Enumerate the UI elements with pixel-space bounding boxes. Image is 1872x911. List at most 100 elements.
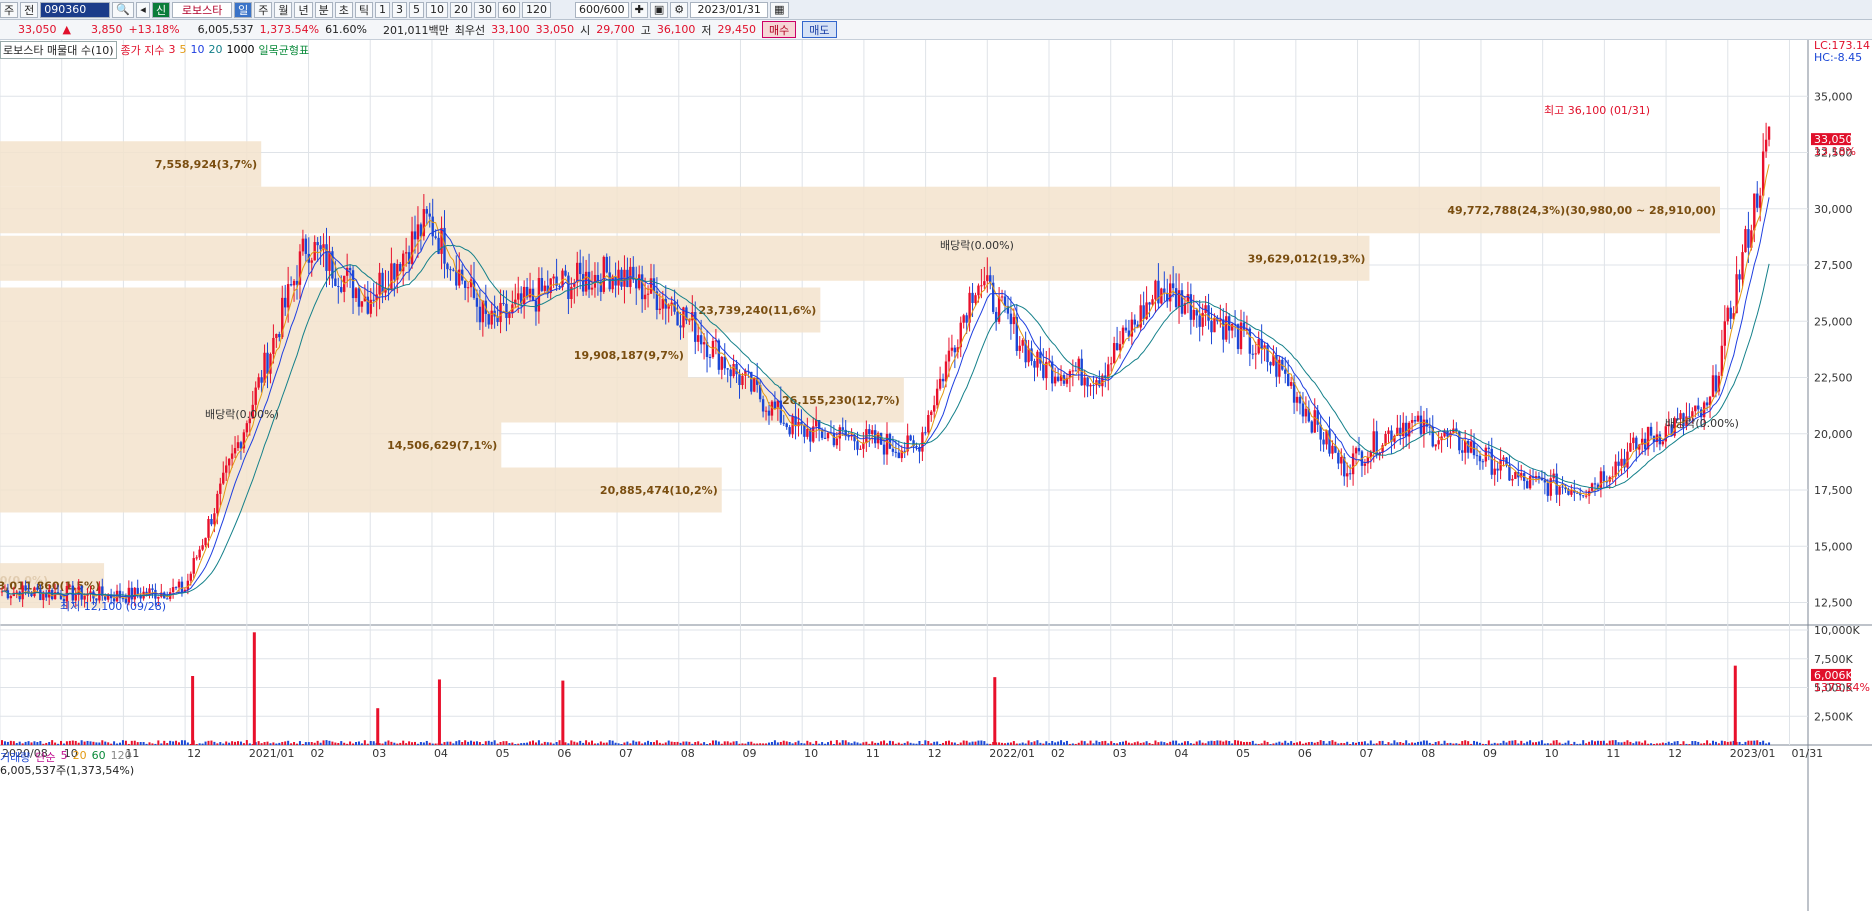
volume-bar [529, 741, 532, 745]
volume-peak-bar [252, 632, 256, 745]
volume-bar [1685, 743, 1688, 745]
volume-profile-label: 19,908,187(9,7%) [574, 349, 684, 362]
volume-bar [183, 740, 186, 745]
volume-bar [1083, 741, 1086, 745]
volume-bar [1396, 742, 1399, 745]
candle-body [602, 256, 605, 292]
volume-bar [1726, 741, 1729, 745]
volume-bar [706, 744, 709, 745]
candle-body [1180, 290, 1184, 314]
candle-body [720, 356, 723, 370]
volume-bar [753, 743, 756, 745]
volume-bar [60, 740, 62, 745]
period-month[interactable]: 월 [274, 1, 293, 18]
sell-button[interactable]: 매도 [802, 21, 837, 38]
minute-10[interactable]: 10 [425, 1, 448, 18]
volume-bar [974, 741, 977, 745]
minute-1[interactable]: 1 [374, 1, 390, 18]
volume-bar [1201, 742, 1204, 745]
candle-body [924, 432, 927, 434]
volume-bar [166, 743, 169, 745]
volume-bar [779, 741, 782, 745]
period-day[interactable]: 일 [234, 1, 253, 18]
volume-bar [1310, 741, 1313, 745]
volume-bar [956, 744, 959, 745]
indicator-name[interactable]: 로보스타 매물대 수(10) [0, 40, 117, 59]
volume-bar [1626, 740, 1629, 745]
minute-20[interactable]: 20 [449, 1, 472, 18]
period-week[interactable]: 주 [254, 1, 273, 18]
candle-body [195, 557, 198, 559]
candle-body [1481, 461, 1485, 463]
x-tick-label: 2021/01 [249, 747, 295, 760]
x-tick-label: 12 [187, 747, 201, 760]
volume-bar [163, 740, 166, 745]
candle-body [1222, 319, 1225, 340]
best-bid: 33,050 [535, 23, 575, 36]
volume-bar [83, 741, 86, 745]
stock-code-input[interactable]: 090360 [40, 1, 111, 18]
calendar-icon[interactable]: ▦ [770, 1, 789, 18]
period-minute[interactable]: 분 [314, 1, 333, 18]
minute-30[interactable]: 30 [473, 1, 496, 18]
candle-body [1056, 376, 1060, 381]
candle-body [36, 587, 39, 590]
gear-icon[interactable]: ⚙ [670, 1, 689, 18]
stock-name[interactable]: 로보스타 [172, 1, 233, 18]
period-year[interactable]: 년 [294, 1, 313, 18]
candle-body [868, 429, 871, 435]
volume-bar [1245, 741, 1248, 745]
volume-last-pct: 1373,54% [1814, 681, 1870, 694]
candle-body [806, 428, 809, 437]
volume-bar [1738, 741, 1741, 745]
candle-body [289, 284, 293, 286]
volume-bar [411, 742, 414, 745]
buy-button[interactable]: 매수 [762, 21, 797, 38]
candle-body [219, 483, 222, 494]
save-icon[interactable]: ▣ [649, 1, 669, 18]
market-select[interactable]: 전 [20, 1, 39, 18]
volume-bar [827, 742, 829, 745]
volume-bar [414, 741, 416, 745]
volume-bar [86, 740, 89, 745]
period-second[interactable]: 초 [334, 1, 353, 18]
volume-bar [372, 741, 375, 745]
candle-body [935, 388, 939, 406]
minute-3[interactable]: 3 [391, 1, 407, 18]
volume-bar [1166, 743, 1169, 745]
volume-bar [670, 741, 673, 745]
volume-bar [346, 743, 349, 745]
volume-bar [903, 742, 906, 745]
candle-body [1053, 376, 1057, 384]
candle-body [1461, 450, 1464, 453]
date-input[interactable]: 2023/01/31 [690, 1, 769, 18]
search-icon[interactable]: 🔍 [112, 1, 134, 18]
minute-60[interactable]: 60 [497, 1, 520, 18]
candle-body [1018, 345, 1021, 351]
price-chart[interactable]: 12,500 15,000 17,500 20,000 22,500 25,000 27,5… [0, 40, 1872, 911]
volume-bar [709, 743, 711, 745]
volume-bar [1629, 741, 1632, 745]
bar-count-input[interactable]: 600/600 [574, 1, 629, 18]
minute-5[interactable]: 5 [408, 1, 424, 18]
candle-body [1304, 408, 1308, 417]
volume-bar [782, 740, 785, 745]
volume-bar [1178, 743, 1181, 745]
volume-bar [844, 740, 847, 745]
candle-body [487, 313, 490, 325]
volume-bar [1163, 742, 1166, 745]
volume-bar [1502, 740, 1505, 745]
type-select[interactable]: 주 [0, 1, 19, 18]
volume-bar [1558, 742, 1561, 745]
candle-body [871, 430, 874, 435]
candle-body [198, 549, 201, 558]
period-tick[interactable]: 틱 [354, 1, 373, 18]
minute-120[interactable]: 120 [521, 1, 551, 18]
sound-icon[interactable]: ◂ [135, 1, 150, 18]
volume-bar [750, 741, 753, 745]
volume-bar [534, 742, 537, 745]
volume-bar [213, 741, 216, 745]
candle-body [885, 433, 889, 455]
volume-bar [953, 742, 956, 745]
tool-icon[interactable]: ✚ [630, 1, 648, 18]
